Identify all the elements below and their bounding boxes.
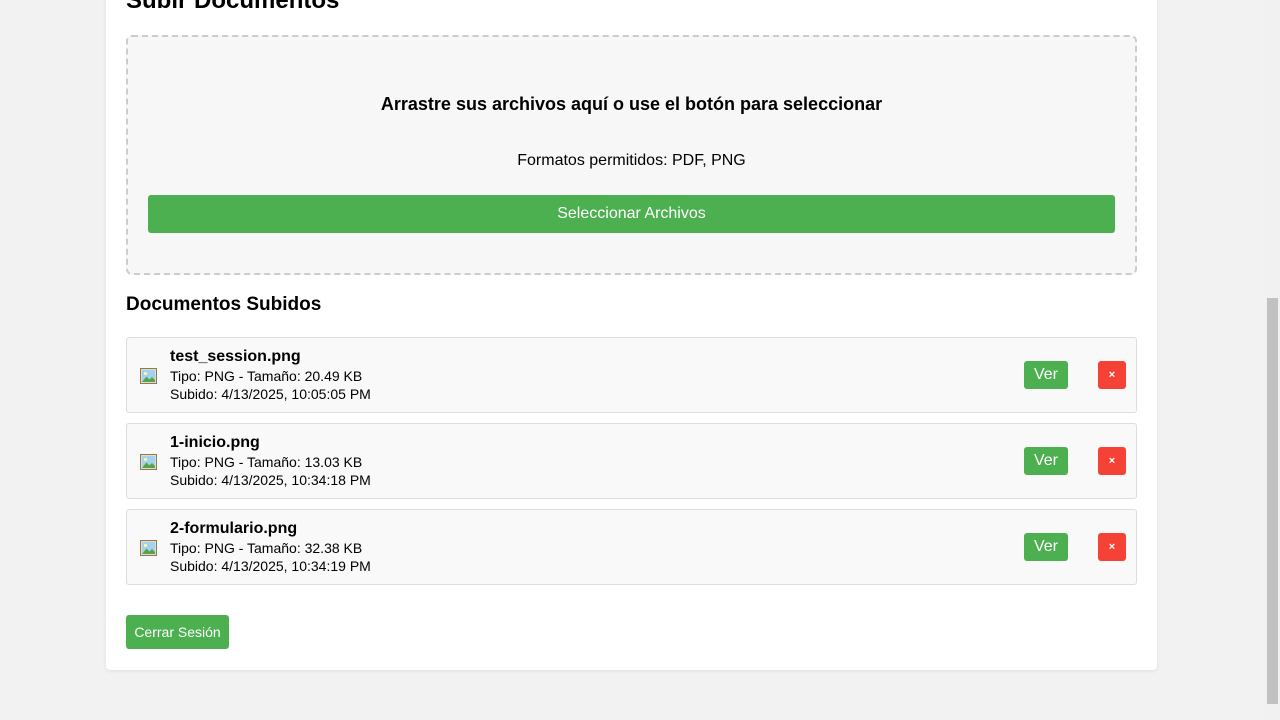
document-item: test_session.png Tipo: PNG - Tamaño: 20.… (126, 337, 1137, 413)
document-info: 2-formulario.png Tipo: PNG - Tamaño: 32.… (170, 519, 371, 575)
document-uploaded-date: Subido: 4/13/2025, 10:34:19 PM (170, 558, 371, 574)
image-file-icon (140, 368, 157, 384)
logout-button[interactable]: Cerrar Sesión (126, 615, 229, 649)
document-name: 1-inicio.png (170, 434, 260, 451)
document-type-size: Tipo: PNG - Tamaño: 13.03 KB (170, 454, 363, 470)
viewport: Subir Documentos Arrastre sus archivos a… (0, 0, 1280, 720)
select-files-button[interactable]: Seleccionar Archivos (148, 195, 1115, 233)
document-item: 1-inicio.png Tipo: PNG - Tamaño: 13.03 K… (126, 423, 1137, 499)
delete-document-button[interactable]: × (1098, 533, 1126, 561)
page-title: Subir Documentos (126, 0, 340, 14)
allowed-formats-text: Formatos permitidos: PDF, PNG (517, 152, 746, 169)
view-document-button[interactable]: Ver (1024, 361, 1068, 389)
dropzone-heading: Arrastre sus archivos aquí o use el botó… (380, 94, 883, 114)
page-scrollbar[interactable] (1265, 0, 1280, 720)
document-info: 1-inicio.png Tipo: PNG - Tamaño: 13.03 K… (170, 433, 371, 489)
view-document-button[interactable]: Ver (1024, 447, 1068, 475)
image-file-icon (140, 454, 157, 470)
document-list: test_session.png Tipo: PNG - Tamaño: 20.… (126, 337, 1137, 595)
view-document-button[interactable]: Ver (1024, 533, 1068, 561)
delete-document-button[interactable]: × (1098, 447, 1126, 475)
document-type-size: Tipo: PNG - Tamaño: 20.49 KB (170, 368, 363, 384)
document-uploaded-date: Subido: 4/13/2025, 10:05:05 PM (170, 386, 371, 402)
document-uploaded-date: Subido: 4/13/2025, 10:34:18 PM (170, 472, 371, 488)
document-info: test_session.png Tipo: PNG - Tamaño: 20.… (170, 347, 371, 403)
file-dropzone[interactable]: Arrastre sus archivos aquí o use el botó… (126, 35, 1137, 275)
scrollbar-thumb[interactable] (1267, 298, 1278, 704)
document-name: test_session.png (170, 348, 301, 365)
document-type-size: Tipo: PNG - Tamaño: 32.38 KB (170, 540, 363, 556)
document-name: 2-formulario.png (170, 520, 298, 537)
document-item: 2-formulario.png Tipo: PNG - Tamaño: 32.… (126, 509, 1137, 585)
image-file-icon (140, 540, 157, 556)
delete-document-button[interactable]: × (1098, 361, 1126, 389)
uploaded-documents-title: Documentos Subidos (126, 294, 322, 315)
